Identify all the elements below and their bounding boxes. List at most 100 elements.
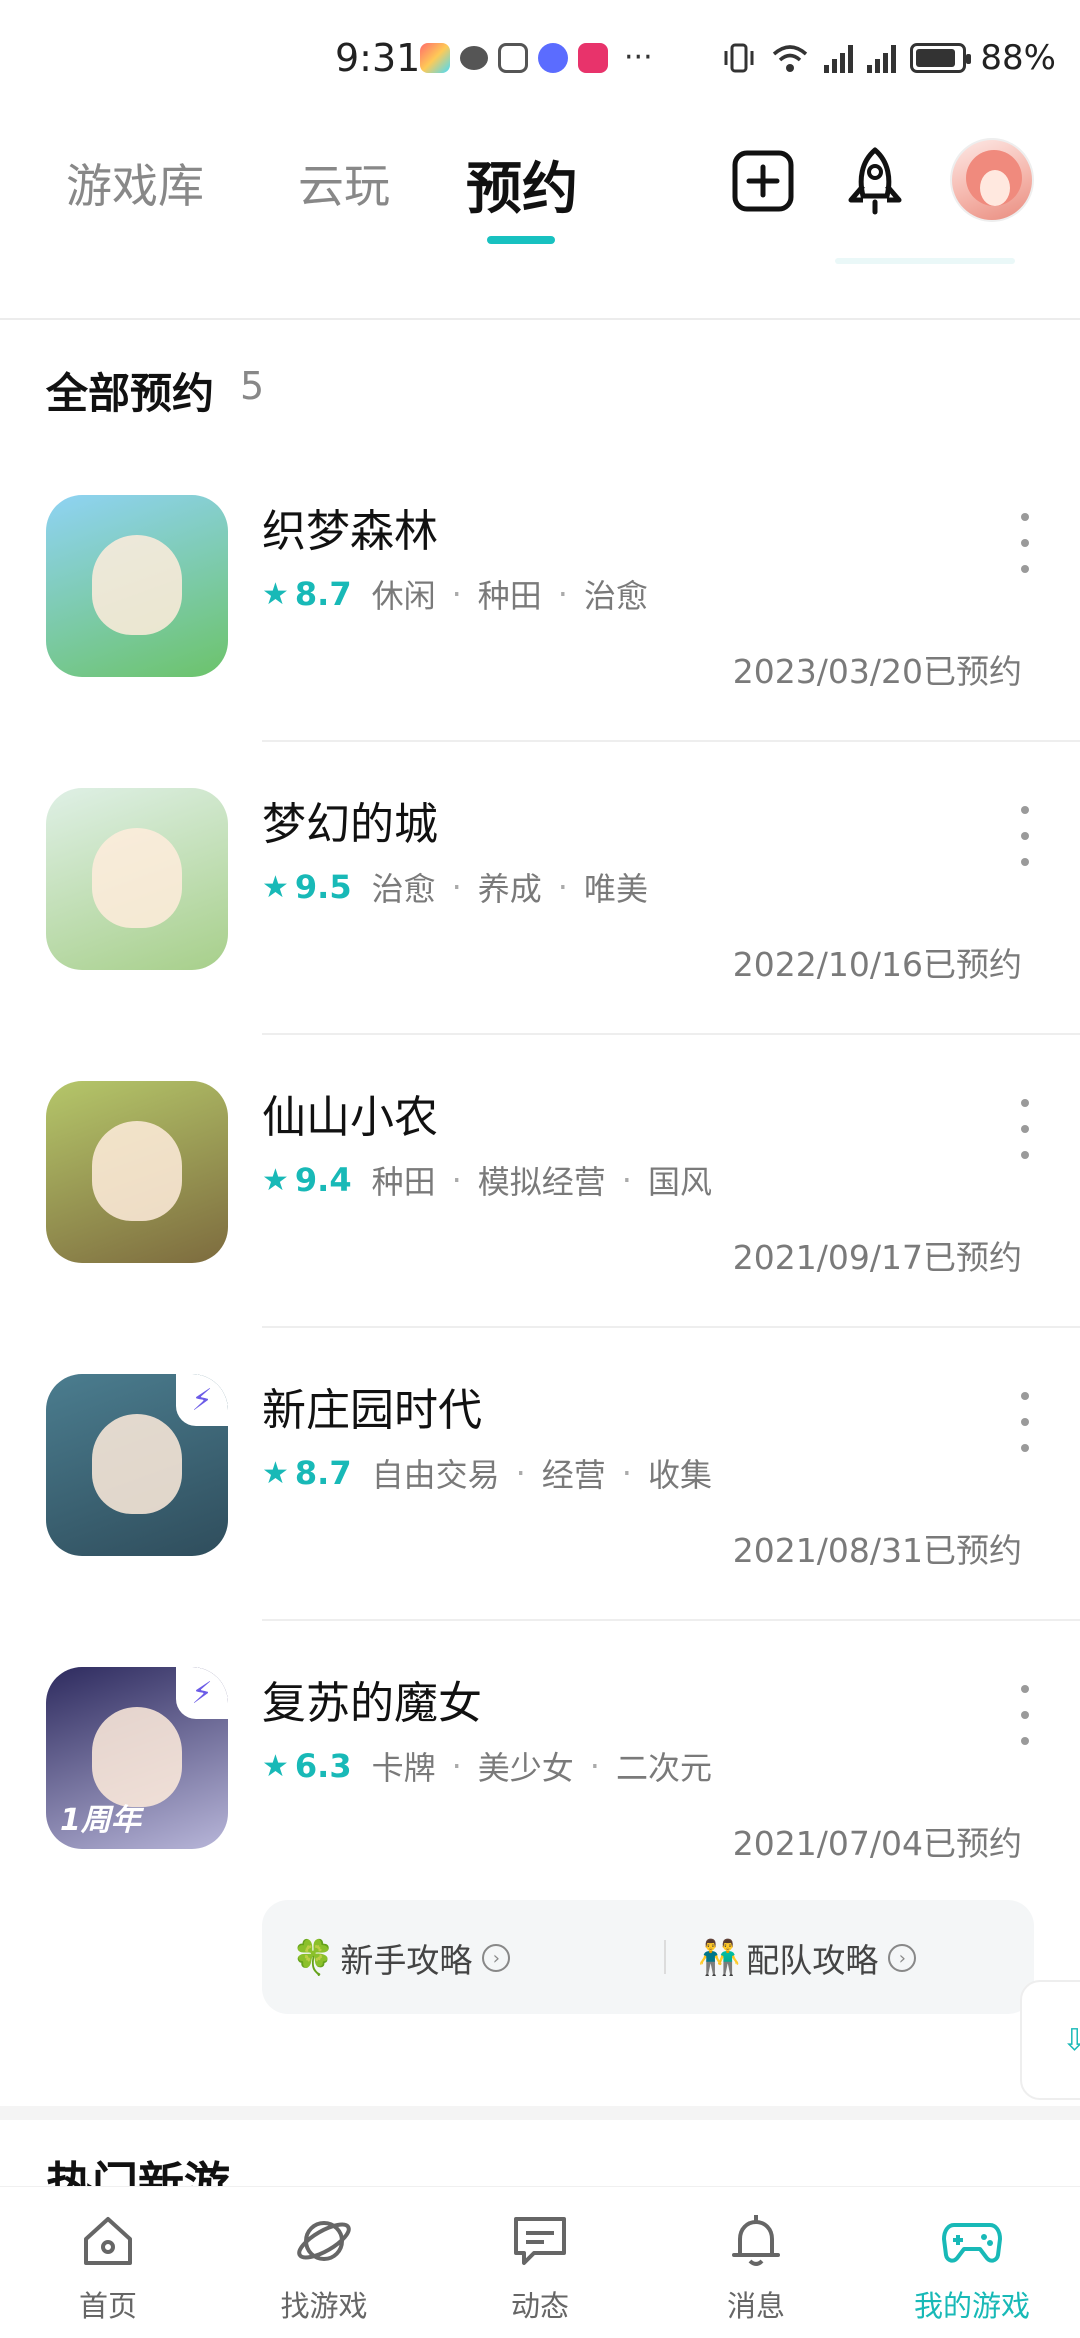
more-dot (1021, 1685, 1029, 1693)
icon-anniversary-text: 1周年 (60, 1803, 141, 1838)
tab-reservations[interactable]: 预约 (466, 144, 578, 225)
download-icon: ⇩ (1062, 2022, 1080, 2058)
star-icon: ★ (262, 1455, 289, 1491)
guide-panel: 🍀 新手攻略 › 👬 配队攻略 › (262, 1900, 1034, 2014)
more-options-icon[interactable] (1015, 1392, 1035, 1452)
nav-label: 动态 (510, 2289, 569, 2323)
nav-activity[interactable]: 动态 (432, 2187, 648, 2338)
tag-separator: · (451, 868, 462, 906)
notification-icons: ··· (420, 40, 653, 75)
rocket-icon (848, 147, 902, 215)
tag-separator: · (451, 575, 462, 613)
game-art (92, 1414, 182, 1514)
tag-separator: · (589, 1747, 600, 1785)
battery-icon (910, 43, 972, 73)
chevron-right-icon: › (482, 1944, 511, 1972)
lightning-icon: ⚡ (176, 1667, 228, 1719)
more-options-icon[interactable] (1015, 1685, 1035, 1745)
more-dot (1021, 832, 1029, 840)
reservation-date: 2021/07/04已预约 (732, 1824, 1022, 1863)
game-rating: 9.4 (294, 1161, 352, 1199)
beginner-guide-link[interactable]: 🍀 新手攻略 › (292, 1934, 511, 1982)
more-dot (1021, 1392, 1029, 1400)
nav-my-games[interactable]: 我的游戏 (864, 2187, 1080, 2338)
reservation-date: 2022/10/16已预约 (732, 945, 1022, 984)
game-icon[interactable] (46, 1081, 228, 1263)
floating-download-button[interactable]: ⇩ (1020, 1980, 1080, 2100)
reservation-item[interactable]: 仙山小农 ★ 9.4 种田 · 模拟经营 · 国风 2021/09/17已预约 (0, 1081, 1080, 1374)
plus-square-icon (732, 150, 794, 212)
game-name[interactable]: 织梦森林 (262, 495, 438, 559)
more-dot (1021, 1125, 1029, 1133)
game-icon[interactable] (46, 788, 228, 970)
game-tag: 种田 (371, 1163, 436, 1201)
game-tag: 二次元 (615, 1749, 712, 1787)
reservation-date: 2021/09/17已预约 (732, 1238, 1022, 1277)
game-rating: 6.3 (294, 1747, 352, 1785)
guide-separator (664, 1940, 666, 1974)
more-options-icon[interactable] (1015, 513, 1035, 573)
guide-label: 新手攻略 (340, 1941, 473, 1980)
game-tag: 治愈 (583, 577, 648, 615)
add-button[interactable] (728, 146, 798, 216)
shopping-icon (578, 42, 608, 73)
avatar-face (980, 170, 1010, 206)
nav-label: 我的游戏 (913, 2289, 1030, 2323)
game-icon[interactable]: ⚡ (46, 1374, 228, 1556)
more-dot (1021, 565, 1029, 573)
reservation-item[interactable]: 织梦森林 ★ 8.7 休闲 · 种田 · 治愈 2023/03/20已预约 (0, 495, 1080, 788)
nav-messages[interactable]: 消息 (648, 2187, 864, 2338)
more-dot (1021, 1444, 1029, 1452)
more-options-icon[interactable] (1015, 806, 1035, 866)
status-time: 9:31 (335, 36, 421, 80)
tab-cloud-play[interactable]: 云玩 (298, 150, 390, 216)
chevron-right-icon: › (888, 1944, 917, 1972)
more-dot (1021, 513, 1029, 521)
reservation-item[interactable]: ⚡ 新庄园时代 ★ 8.7 自由交易 · 经营 · 收集 2021/08/31已预约 (0, 1374, 1080, 1667)
game-name[interactable]: 复苏的魔女 (262, 1667, 482, 1731)
more-dot (1021, 1418, 1029, 1426)
battery-percent: 88% (980, 38, 1056, 78)
more-dot (1021, 806, 1029, 814)
tab-game-library[interactable]: 游戏库 (66, 150, 204, 216)
speed-up-button[interactable] (840, 146, 910, 216)
team-guide-link[interactable]: 👬 配队攻略 › (698, 1934, 917, 1982)
clover-icon: 🍀 (292, 1938, 335, 1978)
nav-find-games[interactable]: 找游戏 (216, 2187, 432, 2338)
game-tag: 唯美 (583, 870, 648, 908)
game-icon[interactable] (46, 495, 228, 677)
game-name[interactable]: 新庄园时代 (262, 1374, 482, 1438)
signal-1-icon (824, 43, 854, 73)
vibrate-icon (724, 43, 754, 73)
game-tag: 国风 (647, 1163, 712, 1201)
game-tag: 模拟经营 (477, 1163, 606, 1201)
nav-label: 找游戏 (280, 2289, 368, 2323)
item-divider (262, 740, 1080, 742)
game-tag: 种田 (477, 577, 542, 615)
reservation-item[interactable]: 梦幻的城 ★ 9.5 治愈 · 养成 · 唯美 2022/10/16已预约 (0, 788, 1080, 1081)
gamepad-icon (940, 2209, 1004, 2273)
game-icon[interactable]: 1周年 ⚡ (46, 1667, 228, 1849)
item-divider (262, 1619, 1080, 1621)
star-icon: ★ (262, 1748, 289, 1784)
more-dot (1021, 539, 1029, 547)
chat-icon (508, 2209, 572, 2273)
more-dot (1021, 1737, 1029, 1745)
app-notification-icon (420, 42, 450, 73)
nav-label: 首页 (78, 2289, 137, 2323)
more-dot (1021, 1099, 1029, 1107)
user-avatar[interactable] (950, 138, 1034, 222)
header-divider (0, 318, 1080, 320)
tag-separator: · (557, 575, 568, 613)
decorative-line (835, 258, 1015, 264)
nav-home[interactable]: 首页 (0, 2187, 216, 2338)
section-title: 全部预约 (46, 369, 215, 418)
planet-icon (292, 2209, 356, 2273)
wifi-icon (773, 45, 808, 72)
nav-label: 消息 (726, 2289, 785, 2323)
game-name[interactable]: 梦幻的城 (262, 788, 438, 852)
more-options-icon[interactable] (1015, 1099, 1035, 1159)
game-meta: ★ 9.5 治愈 · 养成 · 唯美 (262, 864, 648, 910)
game-name[interactable]: 仙山小农 (262, 1081, 438, 1145)
battery-level (916, 49, 956, 67)
